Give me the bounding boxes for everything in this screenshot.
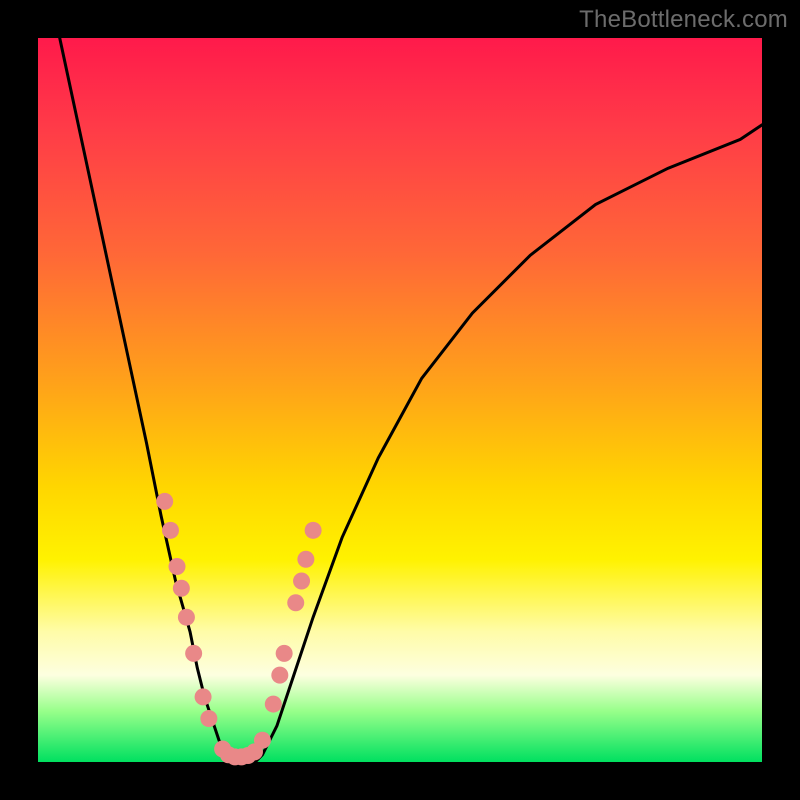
curve-lines — [60, 38, 762, 762]
marker-dot — [254, 732, 271, 749]
marker-dot — [287, 594, 304, 611]
marker-dot — [265, 696, 282, 713]
marker-dot — [156, 493, 173, 510]
marker-dot — [185, 645, 202, 662]
marker-dot — [271, 667, 288, 684]
marker-dot — [195, 688, 212, 705]
marker-dot — [173, 580, 190, 597]
marker-dot — [297, 551, 314, 568]
marker-dot — [293, 573, 310, 590]
chart-frame: TheBottleneck.com — [0, 0, 800, 800]
plot-area — [38, 38, 762, 762]
marker-dot — [276, 645, 293, 662]
curve-right-arm — [255, 125, 762, 762]
marker-dots — [156, 493, 321, 766]
watermark-text: TheBottleneck.com — [579, 6, 788, 34]
marker-dot — [169, 558, 186, 575]
marker-dot — [200, 710, 217, 727]
marker-dot — [305, 522, 322, 539]
marker-dot — [178, 609, 195, 626]
chart-svg — [38, 38, 762, 762]
marker-dot — [162, 522, 179, 539]
curve-left-arm — [60, 38, 234, 762]
